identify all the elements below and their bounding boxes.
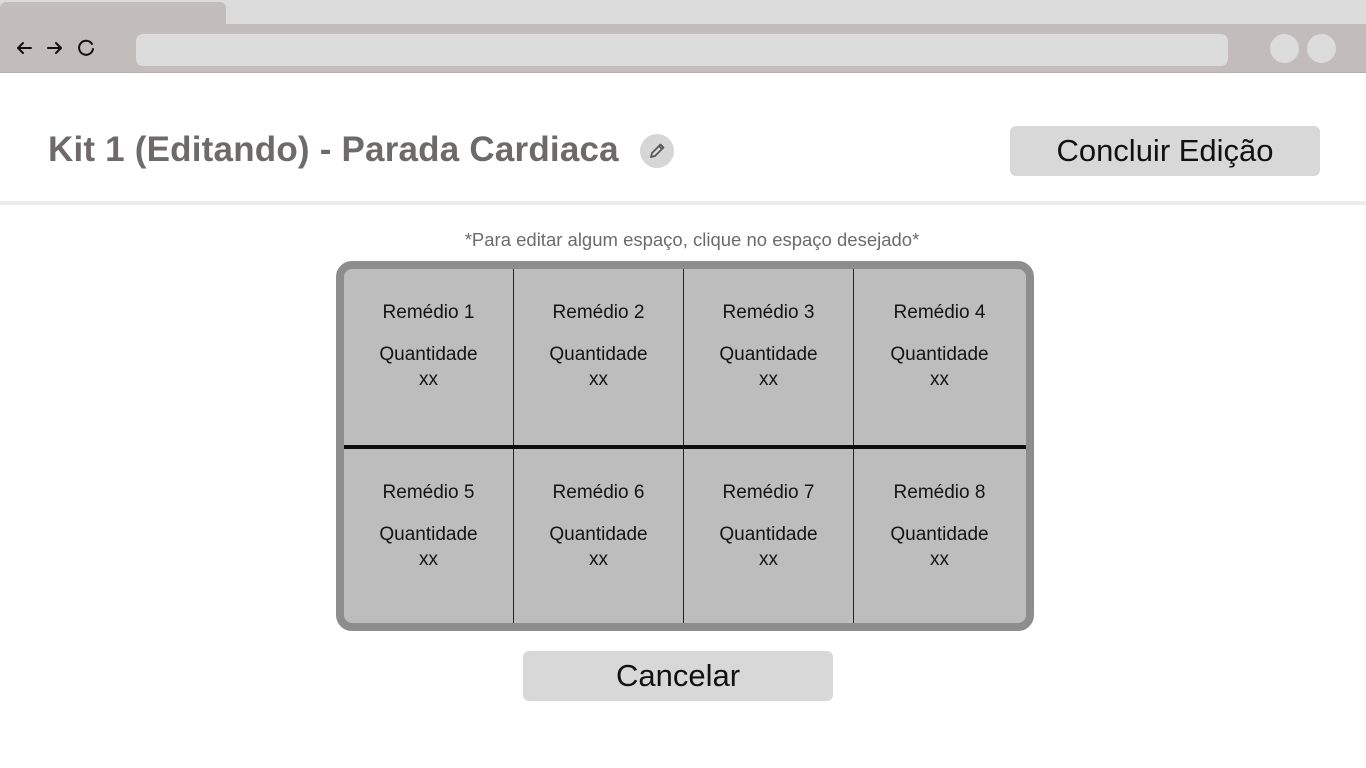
slot-quantity-value: xx	[589, 549, 608, 570]
arrow-left-icon	[17, 42, 32, 54]
slot-quantity-label: Quantidade	[379, 524, 478, 545]
kit-slot-8[interactable]: Remédio 8 Quantidade xx	[854, 449, 1025, 623]
cancel-button[interactable]: Cancelar	[523, 651, 833, 701]
slot-quantity-label: Quantidade	[719, 524, 818, 545]
toolbar-divider	[0, 72, 1366, 73]
slot-quantity-label: Quantidade	[549, 344, 648, 365]
slot-quantity-value: xx	[419, 369, 438, 390]
slot-medicine-name: Remédio 3	[722, 302, 815, 323]
slot-quantity-value: xx	[589, 369, 608, 390]
slot-quantity-label: Quantidade	[549, 524, 648, 545]
reload-icon	[78, 39, 94, 56]
kit-grid: Remédio 1 Quantidade xx Remédio 2 Quanti…	[336, 261, 1034, 631]
edit-title-button[interactable]	[640, 134, 674, 168]
finish-editing-button[interactable]: Concluir Edição	[1010, 126, 1320, 176]
forward-button[interactable]	[43, 36, 67, 60]
kit-slot-7[interactable]: Remédio 7 Quantidade xx	[684, 449, 854, 623]
slot-medicine-name: Remédio 6	[552, 482, 645, 503]
slot-medicine-name: Remédio 4	[893, 302, 986, 323]
slot-medicine-name: Remédio 1	[382, 302, 475, 323]
kit-slot-1[interactable]: Remédio 1 Quantidade xx	[344, 269, 514, 445]
slot-medicine-name: Remédio 5	[382, 482, 475, 503]
slot-quantity-value: xx	[759, 369, 778, 390]
slot-quantity-label: Quantidade	[379, 344, 478, 365]
kit-row-top: Remédio 1 Quantidade xx Remédio 2 Quanti…	[344, 269, 1026, 445]
kit-slot-4[interactable]: Remédio 4 Quantidade xx	[854, 269, 1025, 445]
window-control-circle[interactable]	[1307, 34, 1336, 63]
address-bar[interactable]	[136, 34, 1228, 66]
edit-hint: *Para editar algum espaço, clique no esp…	[464, 229, 920, 250]
slot-medicine-name: Remédio 8	[893, 482, 986, 503]
kit-row-bottom: Remédio 5 Quantidade xx Remédio 6 Quanti…	[344, 449, 1026, 623]
window-control-circle[interactable]	[1270, 34, 1299, 63]
page-title: Kit 1 (Editando) - Parada Cardiaca	[48, 130, 619, 169]
pencil-icon	[650, 143, 665, 158]
slot-medicine-name: Remédio 2	[552, 302, 645, 323]
slot-medicine-name: Remédio 7	[722, 482, 815, 503]
slot-quantity-value: xx	[930, 369, 949, 390]
slot-quantity-value: xx	[419, 549, 438, 570]
kit-slot-6[interactable]: Remédio 6 Quantidade xx	[514, 449, 684, 623]
arrow-right-icon	[47, 42, 62, 54]
kit-slot-3[interactable]: Remédio 3 Quantidade xx	[684, 269, 854, 445]
slot-quantity-label: Quantidade	[719, 344, 818, 365]
slot-quantity-value: xx	[930, 549, 949, 570]
kit-slot-2[interactable]: Remédio 2 Quantidade xx	[514, 269, 684, 445]
slot-quantity-label: Quantidade	[890, 344, 989, 365]
browser-tab[interactable]	[0, 2, 226, 24]
reload-button[interactable]	[74, 36, 98, 60]
back-button[interactable]	[12, 36, 36, 60]
slot-quantity-value: xx	[759, 549, 778, 570]
header-divider	[0, 201, 1366, 205]
kit-slot-5[interactable]: Remédio 5 Quantidade xx	[344, 449, 514, 623]
slot-quantity-label: Quantidade	[890, 524, 989, 545]
